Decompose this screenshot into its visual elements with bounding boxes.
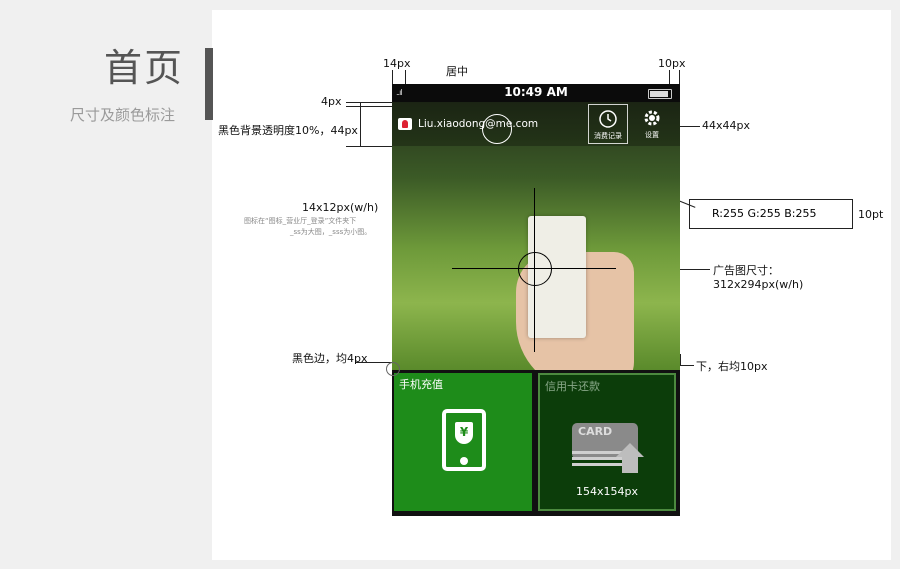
annotation-bar-spec: 黑色背景透明度10%，44px xyxy=(218,124,358,137)
tile-label: 手机充值 xyxy=(399,378,443,391)
guide-line xyxy=(346,146,392,147)
mobile-phone-icon: ¥ xyxy=(442,409,486,471)
title-accent-bar xyxy=(205,48,213,120)
annotation-left-edge: 14px xyxy=(383,57,411,70)
annotation-ad-size-label: 广告图尺寸： xyxy=(713,264,779,277)
annotation-border: 黑色边，均4px xyxy=(292,352,368,365)
card-text: CARD xyxy=(578,425,613,438)
annotation-rgb-box: R:255 G:255 B:255 xyxy=(689,199,853,229)
annotation-avatar-note2: _ss为大图，_sss为小图。 xyxy=(290,228,372,236)
annotation-top-gap: 4px xyxy=(321,95,342,108)
tile-label: 信用卡还款 xyxy=(545,380,600,393)
settings-button[interactable]: 设置 xyxy=(632,104,672,144)
annotation-pager: 下，右均10px xyxy=(696,360,768,373)
status-time: 10:49 AM xyxy=(504,85,568,99)
annotation-avatar-size: 14x12px(w/h) xyxy=(302,201,379,214)
guide-line xyxy=(346,102,392,103)
annotation-right-edge: 10px xyxy=(658,57,686,70)
guide-line xyxy=(680,354,681,366)
crosshair-circle xyxy=(518,252,552,286)
credit-card-repayment-tile[interactable]: 信用卡还款 CARD 154x154px xyxy=(538,373,676,511)
phone-frame: ..ıl 10:49 AM Liu.xiaodong@me.com 消费记录 设… xyxy=(392,84,680,516)
consumption-records-button[interactable]: 消费记录 xyxy=(588,104,628,144)
avatar-icon[interactable] xyxy=(398,118,412,130)
user-email[interactable]: Liu.xiaodong@me.com xyxy=(418,118,538,130)
guide-line xyxy=(360,102,361,146)
yuan-shield-icon: ¥ xyxy=(455,422,473,444)
mobile-topup-tile[interactable]: 手机充值 ¥ xyxy=(394,373,532,511)
guide-line xyxy=(680,365,694,366)
annotation-rgb: R:255 G:255 B:255 xyxy=(712,207,817,220)
annotation-avatar-note: 图标在“图标_营业厅_登录”文件夹下 xyxy=(244,217,357,225)
clock-icon xyxy=(599,110,617,128)
guide-line xyxy=(346,106,392,107)
gear-icon xyxy=(644,110,660,126)
annotation-center: 居中 xyxy=(446,65,468,78)
border-highlight-circle xyxy=(386,362,400,376)
annotation-ad-size-value: 312x294px(w/h) xyxy=(713,278,804,291)
status-bar: ..ıl 10:49 AM xyxy=(392,84,680,102)
battery-icon xyxy=(648,89,672,99)
tile-size-note: 154x154px xyxy=(576,485,638,498)
annotation-font-size: 10pt xyxy=(858,208,884,221)
page-subtitle: 尺寸及颜色标注 xyxy=(70,106,176,124)
annotation-button-size: 44x44px xyxy=(702,119,750,132)
page-title: 首页 xyxy=(104,46,185,90)
settings-label: 设置 xyxy=(645,131,659,139)
records-label: 消费记录 xyxy=(594,132,622,140)
highlight-circle xyxy=(482,114,512,144)
